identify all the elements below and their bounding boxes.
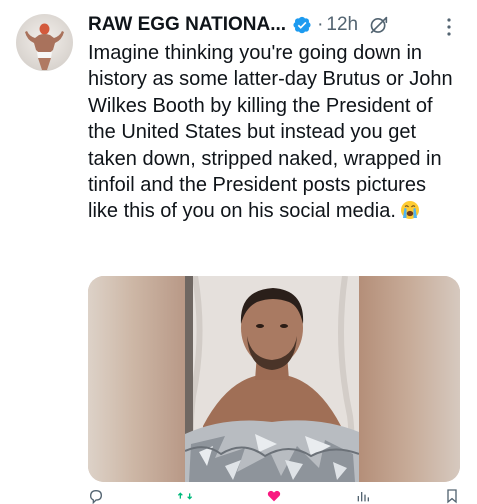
views-button[interactable] [355,490,371,502]
tweet-body: Imagine thinking you're going down in hi… [88,42,453,223]
avatar[interactable] [16,14,73,71]
loudly-crying-face-emoji-icon [400,200,420,220]
repost-icon [177,492,193,500]
bookmark-icon [447,489,457,504]
timestamp[interactable]: 12h [326,14,358,36]
repost-button[interactable] [177,490,193,502]
tweet-media-image[interactable] [88,276,460,482]
bookmark-button[interactable] [444,489,460,504]
photo-illustration [184,276,360,482]
verified-badge-icon [292,15,312,35]
reply-icon [89,489,103,504]
separator-dot: · [317,14,324,35]
tweet-header: RAW EGG NATIONA... · 12h [88,12,390,38]
tweet-text: Imagine thinking you're going down in hi… [88,40,458,225]
like-button[interactable] [266,490,282,502]
tweet-action-bar [88,489,460,504]
views-icon [357,492,369,502]
grok-icon[interactable] [368,14,390,36]
author-display-name[interactable]: RAW EGG NATIONA... [88,14,286,36]
media-photo [184,276,360,482]
media-blur-right [358,276,460,482]
reply-button[interactable] [88,489,104,504]
media-blur-left [88,276,186,482]
more-options-icon[interactable] [446,17,452,37]
like-icon [267,490,281,502]
avatar-figure-icon [25,23,64,70]
